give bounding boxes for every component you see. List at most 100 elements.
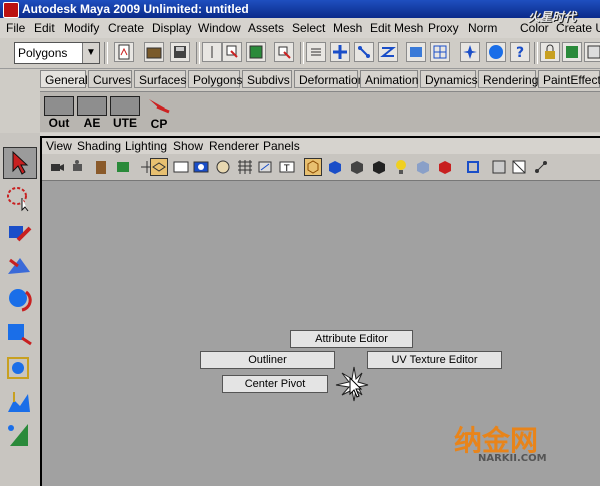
menu-normals[interactable]: Norm [468, 21, 497, 35]
collapse-icon[interactable] [202, 42, 222, 62]
menu-assets[interactable]: Assets [248, 21, 284, 35]
panel-menu-renderer[interactable]: Renderer [209, 139, 259, 153]
select-object-icon[interactable] [246, 42, 266, 62]
menu-proxy[interactable]: Proxy [428, 21, 459, 35]
tab-animation[interactable]: Animation [360, 70, 418, 88]
pick-points-icon[interactable] [354, 42, 374, 62]
panel-menu-lighting[interactable]: Lighting [125, 139, 167, 153]
perspective-viewport[interactable]: Attribute Editor Outliner UV Texture Edi… [42, 181, 600, 486]
xray-icon[interactable] [490, 158, 508, 176]
film-gate-icon[interactable] [172, 158, 190, 176]
select-hierarchy-icon[interactable] [222, 42, 242, 62]
select-camera-icon[interactable] [48, 158, 66, 176]
isolate-select-icon[interactable] [464, 158, 482, 176]
menu-select[interactable]: Select [292, 21, 325, 35]
shelf: Out AE UTE CP [0, 89, 600, 133]
mouse-cursor-icon [349, 377, 363, 398]
shelf-button-label: AE [83, 116, 101, 130]
panel-menu-view[interactable]: View [46, 139, 72, 153]
tab-painteffects[interactable]: PaintEffects [538, 70, 600, 88]
lighting-icon[interactable] [392, 158, 410, 176]
show-manipulator-tool[interactable] [3, 419, 37, 451]
safe-action-icon[interactable] [256, 158, 274, 176]
grid-snap-icon[interactable] [430, 42, 450, 62]
tab-general[interactable]: General [40, 70, 88, 88]
bookmark-icon[interactable] [92, 158, 110, 176]
sphere-icon[interactable] [486, 42, 506, 62]
help-icon[interactable]: ? [510, 42, 530, 62]
shelf-button-ute[interactable]: UTE [110, 96, 140, 130]
panel-menu-show[interactable]: Show [173, 139, 203, 153]
menu-create[interactable]: Create [108, 21, 144, 35]
shelf-button-label: Out [48, 116, 70, 130]
move-tool[interactable] [3, 251, 37, 283]
tab-deformation[interactable]: Deformation [294, 70, 364, 88]
grid-icon[interactable] [150, 158, 168, 176]
panel-menu-panels[interactable]: Panels [263, 139, 300, 153]
divider [104, 42, 108, 64]
surface-icon[interactable] [406, 42, 426, 62]
shelf-button-out[interactable]: Out [44, 96, 74, 130]
tab-polygons[interactable]: Polygons [188, 70, 242, 88]
hotbox-uv-texture-editor[interactable]: UV Texture Editor [367, 351, 502, 369]
xray-joints-icon[interactable] [510, 158, 528, 176]
shadows-icon[interactable] [436, 158, 454, 176]
options-icon[interactable] [306, 42, 326, 62]
menu-edit[interactable]: Edit [34, 21, 55, 35]
tab-dynamics[interactable]: Dynamics [420, 70, 478, 88]
scale-tool[interactable] [3, 317, 37, 349]
svg-text:?: ? [516, 45, 524, 61]
snap-icon[interactable] [584, 42, 600, 62]
menu-bar: File Edit Modify Create Display Window A… [0, 18, 600, 39]
shelf-button-ae[interactable]: AE [77, 96, 107, 130]
bounding-box-icon[interactable] [370, 158, 388, 176]
toggle-selection-icon[interactable] [562, 42, 582, 62]
curve-icon[interactable] [378, 42, 398, 62]
lock-icon[interactable] [540, 42, 560, 62]
rotate-tool[interactable] [3, 283, 37, 315]
open-scene-icon[interactable] [144, 42, 164, 62]
camera-attributes-icon[interactable] [70, 158, 88, 176]
save-scene-icon[interactable] [170, 42, 190, 62]
xray-components-icon[interactable] [532, 158, 550, 176]
watermark-url: NARKII.COM [478, 453, 547, 464]
tab-curves[interactable]: Curves [88, 70, 132, 88]
mode-select[interactable]: Polygons ▼ [14, 42, 100, 64]
gate-mask-icon[interactable] [214, 158, 232, 176]
star-icon[interactable] [460, 42, 480, 62]
shelf-button-cp[interactable]: CP [144, 96, 174, 131]
wireframe-icon[interactable] [304, 158, 322, 176]
menu-file[interactable]: File [6, 21, 25, 35]
chevron-down-icon[interactable]: ▼ [82, 43, 99, 63]
flat-shade-icon[interactable] [348, 158, 366, 176]
image-plane-icon[interactable] [114, 158, 132, 176]
plus-icon[interactable] [330, 42, 350, 62]
menu-mesh[interactable]: Mesh [333, 21, 362, 35]
hotbox-center-pivot[interactable]: Center Pivot [222, 375, 328, 393]
resolution-gate-icon[interactable] [192, 158, 210, 176]
soft-modification-tool[interactable] [3, 387, 37, 419]
tab-rendering[interactable]: Rendering [478, 70, 538, 88]
textured-icon[interactable] [414, 158, 432, 176]
menu-window[interactable]: Window [198, 21, 241, 35]
lasso-tool[interactable] [3, 183, 37, 215]
menu-display[interactable]: Display [152, 21, 191, 35]
select-component-icon[interactable] [274, 42, 294, 62]
tab-surfaces[interactable]: Surfaces [134, 70, 186, 88]
menu-modify[interactable]: Modify [64, 21, 99, 35]
field-chart-icon[interactable] [236, 158, 254, 176]
hotbox-outliner[interactable]: Outliner [200, 351, 335, 369]
hotbox-attribute-editor[interactable]: Attribute Editor [290, 330, 413, 348]
paint-select-tool[interactable] [3, 219, 37, 251]
mode-select-value: Polygons [18, 46, 68, 60]
universal-manipulator-tool[interactable] [3, 353, 37, 385]
safe-title-icon[interactable]: T [278, 158, 296, 176]
panel-menu-shading[interactable]: Shading [77, 139, 121, 153]
red-arrow-icon [149, 99, 170, 114]
tab-subdivs[interactable]: Subdivs [242, 70, 292, 88]
smooth-shade-icon[interactable] [326, 158, 344, 176]
divider [534, 42, 538, 64]
menu-edit-mesh[interactable]: Edit Mesh [370, 21, 423, 35]
select-tool[interactable] [3, 147, 37, 179]
new-scene-icon[interactable] [114, 42, 134, 62]
